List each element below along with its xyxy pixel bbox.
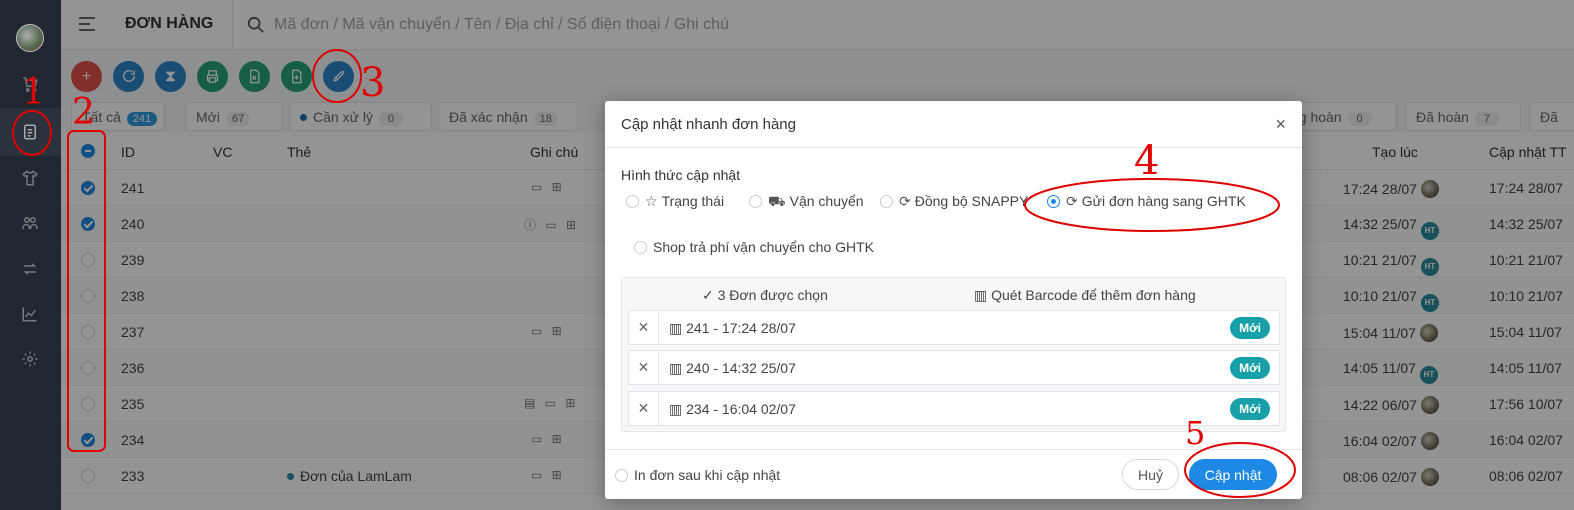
star-icon: ☆ xyxy=(645,193,658,209)
barcode-icon: ▥ xyxy=(669,360,687,376)
print-after-update-option[interactable]: In đơn sau khi cập nhật xyxy=(615,467,780,483)
option-shipping[interactable]: ⛟ Vận chuyển xyxy=(749,193,864,212)
modal-header: Cập nhật nhanh đơn hàng × xyxy=(605,101,1302,148)
status-badge: Mới xyxy=(1230,398,1270,420)
radio-button[interactable] xyxy=(880,195,893,208)
modal-title: Cập nhật nhanh đơn hàng xyxy=(621,116,796,133)
car-icon: ⛟ xyxy=(768,193,786,209)
barcode-icon: ▥ xyxy=(974,287,992,303)
remove-item-icon[interactable]: ✕ xyxy=(629,392,659,425)
update-method-label: Hình thức cập nhật xyxy=(621,167,741,183)
option-label: Gửi đơn hàng sang GHTK xyxy=(1081,193,1246,209)
order-summary: ▥ 234 - 16:04 02/07 xyxy=(669,401,796,418)
radio-button[interactable] xyxy=(626,195,639,208)
order-text: 240 - 14:32 25/07 xyxy=(686,360,796,376)
order-text: 234 - 16:04 02/07 xyxy=(686,401,796,417)
cancel-button[interactable]: Huỷ xyxy=(1122,459,1179,490)
quick-update-modal: Cập nhật nhanh đơn hàng × Hình thức cập … xyxy=(605,101,1302,499)
order-summary: ▥ 240 - 14:32 25/07 xyxy=(669,360,796,377)
barcode-label: Quét Barcode để thêm đơn hàng xyxy=(991,287,1196,303)
order-text: 241 - 17:24 28/07 xyxy=(686,320,796,336)
sync-icon: ⟳ xyxy=(1066,193,1078,209)
status-badge: Mới xyxy=(1230,357,1270,379)
radio-button-selected[interactable] xyxy=(1047,195,1060,208)
option-label: Vận chuyển xyxy=(789,193,864,209)
barcode-scan-button[interactable]: ▥ Quét Barcode để thêm đơn hàng xyxy=(974,287,1196,304)
close-icon[interactable]: × xyxy=(1275,115,1286,133)
selected-count: ✓ 3 Đơn được chọn xyxy=(702,287,828,303)
option-label: Đồng bộ SNAPPY xyxy=(914,193,1029,209)
remove-item-icon[interactable]: ✕ xyxy=(629,351,659,384)
remove-item-icon[interactable]: ✕ xyxy=(629,311,659,344)
option-label: Trạng thái xyxy=(661,193,725,209)
radio-button[interactable] xyxy=(749,195,762,208)
option-label: Shop trả phí vận chuyển cho GHTK xyxy=(653,239,875,255)
selected-orders-panel: ✓ 3 Đơn được chọn ▥ Quét Barcode để thêm… xyxy=(621,277,1286,432)
sidebar-dim xyxy=(0,0,61,510)
order-summary: ▥ 241 - 17:24 28/07 xyxy=(669,320,796,337)
barcode-icon: ▥ xyxy=(669,320,687,336)
selected-order-item: ✕ ▥ 240 - 14:32 25/07 Mới xyxy=(628,350,1280,385)
shop-pays-shipping-option[interactable]: Shop trả phí vận chuyển cho GHTK xyxy=(634,239,874,255)
option-send-ghtk[interactable]: ⟳ Gửi đơn hàng sang GHTK xyxy=(1047,193,1246,210)
option-status[interactable]: ☆ Trạng thái xyxy=(626,193,724,210)
status-badge: Mới xyxy=(1230,317,1270,339)
sync-icon: ⟳ xyxy=(899,193,911,209)
selected-order-item: ✕ ▥ 234 - 16:04 02/07 Mới xyxy=(628,391,1280,426)
checkbox[interactable] xyxy=(634,241,647,254)
selected-order-item: ✕ ▥ 241 - 17:24 28/07 Mới xyxy=(628,310,1280,345)
checkbox[interactable] xyxy=(615,469,628,482)
barcode-icon: ▥ xyxy=(669,401,687,417)
option-sync-snappy[interactable]: ⟳ Đồng bộ SNAPPY xyxy=(880,193,1028,210)
modal-footer: In đơn sau khi cập nhật Huỷ Cập nhật xyxy=(605,449,1302,499)
option-label: In đơn sau khi cập nhật xyxy=(634,467,781,483)
update-button[interactable]: Cập nhật xyxy=(1189,459,1277,490)
